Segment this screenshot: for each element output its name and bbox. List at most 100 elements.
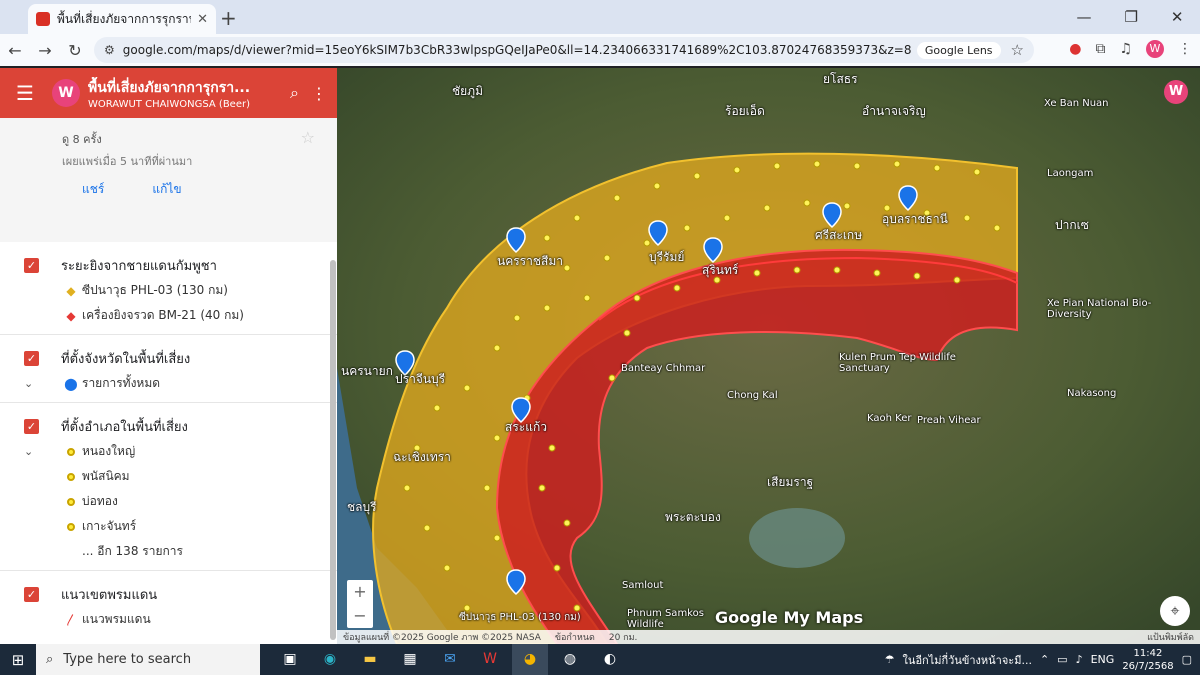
volume-icon[interactable]: ♪ — [1076, 653, 1083, 666]
list-item[interactable]: ◆ เครื่องยิงจรวด BM-21 (40 กม) — [0, 303, 337, 328]
google-lens-button[interactable]: Google Lens — [916, 41, 1001, 59]
layer-checkbox[interactable]: ✓ — [24, 418, 39, 434]
map-label: Xe Pian National Bio-Diversity — [1047, 298, 1152, 320]
map-label: ยโสธร — [823, 72, 858, 86]
map-profile-avatar[interactable]: W — [1164, 80, 1188, 104]
google-my-maps-watermark: Google My Maps — [715, 608, 864, 627]
chrome-icon[interactable]: ◕ — [512, 644, 548, 675]
map-label: ปากเซ — [1055, 218, 1089, 232]
more-items-link[interactable]: ... อีก 138 รายการ — [0, 539, 337, 564]
bookmark-star-icon[interactable]: ☆ — [1011, 41, 1024, 59]
list-item[interactable]: 〳 แนวพรมแดน — [0, 607, 337, 632]
taskbar-search[interactable]: ⌕ Type here to search — [36, 644, 260, 675]
site-info-icon[interactable]: ⚙ — [104, 43, 115, 57]
map-label: Xe Ban Nuan — [1044, 98, 1109, 109]
mail-icon[interactable]: ✉ — [432, 644, 468, 675]
map-label: Phnum Samkos Wildlife — [627, 608, 704, 630]
map-label: Nakasong — [1067, 388, 1117, 399]
language-indicator[interactable]: ENG — [1091, 653, 1115, 666]
close-window-icon[interactable]: ✕ — [1171, 8, 1184, 26]
browser-tab-strip: พื้นที่เสี่ยงภัยจากการรุกรานของกัมพูชา ✕… — [0, 0, 1200, 34]
map-label: Preah Vihear — [917, 415, 981, 426]
toolbar-right: ● ⧉ ♫ W ⋮ — [1069, 40, 1192, 58]
store-icon[interactable]: ▦ — [392, 644, 428, 675]
red-line-icon: 〳 — [64, 613, 77, 627]
list-item[interactable]: พนัสนิคม — [0, 464, 337, 489]
zoom-in-button[interactable]: + — [347, 580, 373, 604]
app-icon-2[interactable]: ◐ — [592, 644, 628, 675]
map-label: Kulen Prum Tep Wildlife Sanctuary — [839, 352, 956, 374]
notifications-icon[interactable]: ▢ — [1182, 653, 1192, 666]
media-icon[interactable]: ♫ — [1119, 41, 1132, 57]
layer-checkbox[interactable]: ✓ — [24, 586, 39, 602]
more-options-icon[interactable]: ⋮ — [311, 84, 327, 103]
list-item[interactable]: เกาะจันทร์ — [0, 514, 337, 539]
tray-chevron-icon[interactable]: ⌃ — [1040, 653, 1049, 666]
edge-icon[interactable]: ◉ — [312, 644, 348, 675]
layer-checkbox[interactable]: ✓ — [24, 257, 39, 273]
minimize-icon[interactable]: — — [1076, 8, 1091, 26]
star-map-icon[interactable]: ☆ — [301, 128, 315, 147]
network-icon[interactable]: ▭ — [1057, 653, 1067, 666]
tonle-sap-lake — [749, 508, 845, 568]
list-item[interactable]: ◆ ซีปนาวุธ PHL-03 (130 กม) — [0, 278, 337, 303]
reload-icon[interactable]: ↻ — [60, 41, 90, 60]
edit-link[interactable]: แก้ไข — [152, 180, 181, 199]
layer-name: ที่ตั้งอำเภอในพื้นที่เสี่ยง — [61, 419, 188, 435]
window-controls: — ❐ ✕ — [1060, 0, 1200, 34]
list-item[interactable]: บ่อทอง — [0, 489, 337, 514]
restore-icon[interactable]: ❐ — [1124, 8, 1137, 26]
clock[interactable]: 11:42 26/7/2568 — [1122, 647, 1173, 673]
clock-time: 11:42 — [1133, 647, 1163, 659]
map-author: WORAWUT CHAIWONGSA (Beer) — [88, 98, 251, 110]
zoom-out-button[interactable]: − — [347, 604, 373, 628]
chevron-down-icon[interactable]: ⌄ — [24, 377, 33, 390]
map-canvas[interactable]: ยโสธร ร้อยเอ็ด อำนาจเจริญ ชัยภูมิ นครราช… — [337, 68, 1200, 644]
address-bar[interactable]: ⚙ google.com/maps/d/viewer?mid=15eoY6kSI… — [94, 37, 1034, 63]
chevron-down-icon[interactable]: ⌄ — [24, 445, 33, 458]
keyboard-shortcuts-link[interactable]: แป้นพิมพ์ลัด — [1147, 630, 1200, 644]
search-icon[interactable]: ⌕ — [290, 83, 299, 103]
yellow-dot-icon — [62, 470, 80, 484]
layer-border: ✓ แนวเขตพรมแดน 〳 แนวพรมแดน — [0, 571, 337, 638]
hamburger-menu-icon[interactable]: ☰ — [16, 81, 52, 105]
system-tray: ☂ ในอีกไม่กี่วันข้างหน้าจะมี... ⌃ ▭ ♪ EN… — [885, 644, 1192, 675]
windows-start-icon[interactable]: ⊞ — [0, 651, 36, 669]
item-label: หนองใหญ่ — [82, 444, 136, 458]
wps-icon[interactable]: W — [472, 644, 508, 675]
map-svg — [337, 68, 1200, 644]
task-view-icon[interactable]: ▣ — [272, 644, 308, 675]
map-label: ฉะเชิงเทรา — [393, 450, 451, 464]
share-link[interactable]: แชร์ — [82, 180, 104, 199]
author-avatar: W — [52, 79, 80, 107]
item-label: ซีปนาวุธ PHL-03 (130 กม) — [82, 283, 228, 297]
layer-checkbox[interactable]: ✓ — [24, 350, 39, 366]
close-tab-icon[interactable]: ✕ — [197, 12, 208, 27]
map-label: Kaoh Ker — [867, 413, 912, 424]
forward-icon[interactable]: → — [30, 41, 60, 60]
taskbar-search-placeholder: Type here to search — [63, 652, 192, 667]
back-icon[interactable]: ← — [0, 41, 30, 60]
weather-icon[interactable]: ☂ — [885, 653, 895, 666]
weather-text[interactable]: ในอีกไม่กี่วันข้างหน้าจะมี... — [903, 651, 1032, 669]
terms-link[interactable]: ข้อกำหนด — [555, 630, 595, 644]
map-label: พระตะบอง — [665, 510, 721, 524]
item-label: พนัสนิคม — [82, 469, 130, 483]
sidebar-scrollbar[interactable] — [330, 260, 336, 640]
url-text[interactable]: google.com/maps/d/viewer?mid=15eoY6kSIM7… — [123, 43, 917, 57]
profile-avatar[interactable]: W — [1146, 40, 1164, 58]
extension-red-icon[interactable]: ● — [1069, 41, 1081, 57]
my-location-icon[interactable]: ⌖ — [1160, 596, 1190, 626]
browser-tab[interactable]: พื้นที่เสี่ยงภัยจากการรุกรานของกัมพูชา ✕ — [28, 4, 216, 34]
list-item[interactable]: ⌄ หนองใหญ่ — [0, 439, 337, 464]
map-label: สุรินทร์ — [702, 263, 739, 277]
map-sidebar: ☰ W พื้นที่เสี่ยงภัยจากการุกรา... WORAWU… — [0, 68, 337, 644]
item-label: เกาะจันทร์ — [82, 519, 137, 533]
new-tab-button[interactable]: + — [220, 6, 237, 30]
list-item[interactable]: ⌄ ⬤ รายการทั้งหมด — [0, 371, 337, 396]
layer-range: ✓ ระยะยิงจากชายแดนกัมพูชา ◆ ซีปนาวุธ PHL… — [0, 242, 337, 335]
extensions-icon[interactable]: ⧉ — [1095, 41, 1105, 57]
menu-kebab-icon[interactable]: ⋮ — [1178, 41, 1192, 57]
app-icon[interactable]: ◍ — [552, 644, 588, 675]
file-explorer-icon[interactable]: ▬ — [352, 644, 388, 675]
